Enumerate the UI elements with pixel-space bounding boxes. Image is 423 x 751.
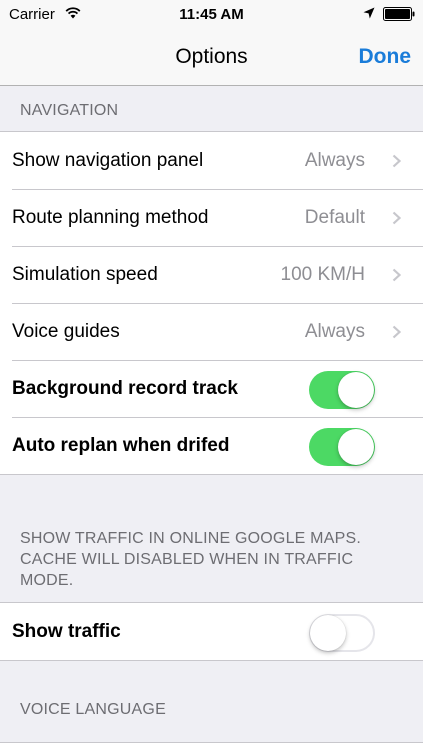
- row-label: Route planning method: [12, 207, 209, 228]
- navigation-section-header: NAVIGATION: [0, 86, 423, 131]
- battery-icon: [383, 7, 415, 21]
- row-label: Background record track: [12, 378, 238, 399]
- status-bar: Carrier 11:45 AM: [0, 0, 423, 30]
- toggle-knob: [338, 429, 374, 465]
- show-navigation-panel-row[interactable]: Show navigation panel Always: [0, 132, 423, 189]
- row-label: Show traffic: [12, 621, 121, 642]
- voice-guides-row[interactable]: Voice guides Always: [0, 303, 423, 360]
- simulation-speed-row[interactable]: Simulation speed 100 KM/H: [0, 246, 423, 303]
- voice-language-section-header: VOICE LANGUAGE: [0, 661, 423, 742]
- row-label: Auto replan when drifed: [12, 435, 230, 456]
- row-label: Show navigation panel: [12, 150, 204, 171]
- location-icon: [363, 7, 375, 19]
- traffic-section-title: SHOW TRAFFIC IN ONLINE GOOGLE MAPS. CACH…: [20, 530, 361, 589]
- traffic-section-header: SHOW TRAFFIC IN ONLINE GOOGLE MAPS. CACH…: [0, 480, 423, 602]
- chevron-right-icon: [392, 325, 401, 339]
- voice-language-section-title: VOICE LANGUAGE: [20, 701, 166, 718]
- done-button[interactable]: Done: [359, 44, 412, 70]
- row-value: Default: [304, 207, 365, 228]
- chevron-right-icon: [392, 154, 401, 168]
- auto-replan-row: Auto replan when drifed: [0, 417, 423, 474]
- status-time: 11:45 AM: [179, 6, 244, 23]
- row-label: Voice guides: [12, 321, 120, 342]
- row-label: Simulation speed: [12, 264, 158, 285]
- toggle-knob: [310, 615, 346, 651]
- route-planning-method-row[interactable]: Route planning method Default: [0, 189, 423, 246]
- show-traffic-toggle[interactable]: [309, 614, 375, 652]
- navigation-settings-group: Show navigation panel Always Route plann…: [0, 131, 423, 475]
- auto-replan-toggle[interactable]: [309, 428, 375, 466]
- row-value: 100 KM/H: [280, 264, 365, 285]
- toggle-knob: [338, 372, 374, 408]
- navigation-section-title: NAVIGATION: [20, 102, 119, 119]
- traffic-settings-group: Show traffic: [0, 602, 423, 661]
- background-record-track-toggle[interactable]: [309, 371, 375, 409]
- row-value: Always: [304, 321, 365, 342]
- row-value: Always: [304, 150, 365, 171]
- chevron-right-icon: [392, 268, 401, 282]
- show-traffic-row: Show traffic: [0, 603, 423, 660]
- chevron-right-icon: [392, 211, 401, 225]
- navigation-bar: Options Done: [0, 30, 423, 86]
- background-record-track-row: Background record track: [0, 360, 423, 417]
